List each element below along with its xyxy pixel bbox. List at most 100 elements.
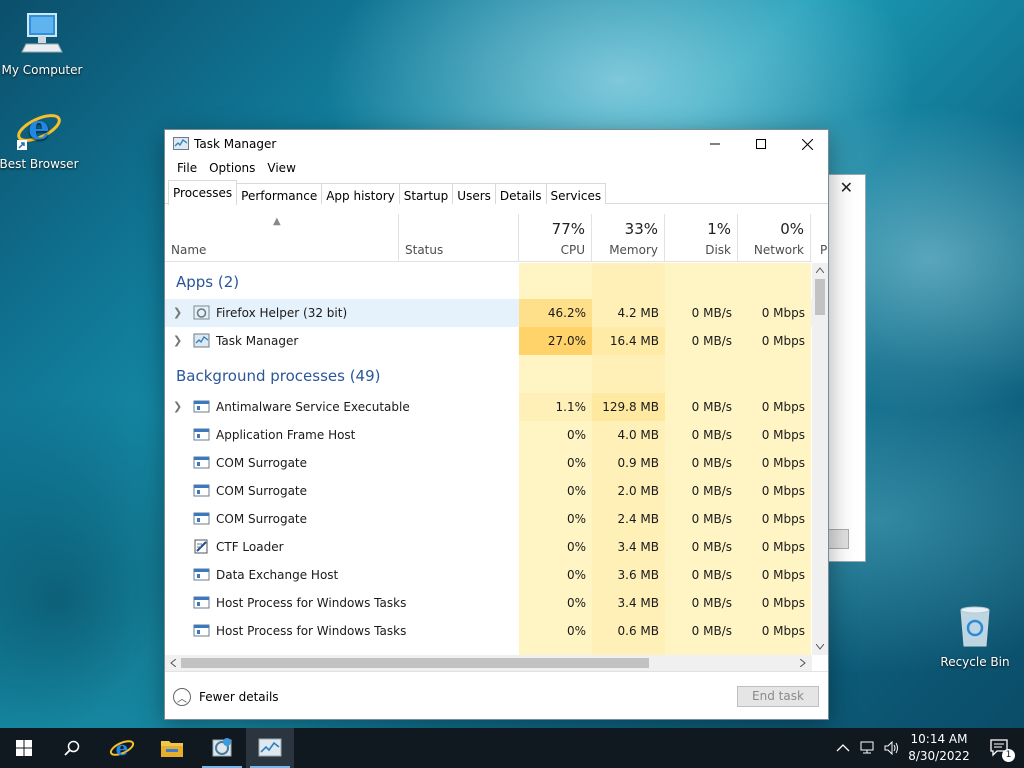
expand-chevron-icon[interactable]: ❯ — [173, 393, 182, 421]
menu-options[interactable]: Options — [203, 158, 261, 180]
table-row[interactable]: Host Process for Windows Tasks 0% 3.4 MB… — [165, 589, 812, 617]
cpu-cell: 46.2% — [519, 299, 592, 327]
column-header-network[interactable]: 0% Network — [738, 214, 811, 262]
service-window-icon — [193, 624, 210, 637]
group-header-apps: Apps (2) — [176, 273, 240, 291]
disk-cell: 0 MB/s — [691, 400, 732, 414]
start-button[interactable] — [0, 728, 48, 768]
desktop-icon-my-computer[interactable]: My Computer — [0, 10, 84, 77]
menu-file[interactable]: File — [171, 158, 203, 180]
table-row[interactable]: COM Surrogate 0% 2.0 MB 0 MB/s 0 Mbps — [165, 477, 812, 505]
fewer-details-button[interactable]: ︿ Fewer details — [173, 688, 279, 706]
expand-chevron-icon[interactable]: ❯ — [173, 299, 182, 327]
column-header-name[interactable]: ▲ Name — [165, 214, 399, 262]
window-footer: ︿ Fewer details End task — [165, 671, 828, 719]
cpu-cell: 1.1% — [519, 393, 592, 421]
network-cell: 0 Mbps — [738, 299, 811, 327]
chevron-up-icon: ︿ — [173, 688, 191, 706]
end-task-button[interactable]: End task — [737, 686, 819, 707]
table-row[interactable]: ❯ Firefox Helper (32 bit) 46.2% 4.2 MB 0… — [165, 299, 812, 327]
taskbar-file-explorer[interactable] — [148, 728, 196, 768]
column-header-power[interactable]: P — [811, 214, 827, 262]
tab-users[interactable]: Users — [452, 183, 496, 204]
notification-center-button[interactable]: 1 — [976, 728, 1024, 768]
column-header-memory[interactable]: 33% Memory — [592, 214, 665, 262]
vertical-scrollbar[interactable] — [812, 263, 828, 655]
horizontal-scrollbar[interactable] — [165, 655, 812, 671]
table-row[interactable]: Application Frame Host 0% 4.0 MB 0 MB/s … — [165, 421, 812, 449]
service-window-icon — [193, 456, 210, 469]
clock[interactable]: 10:14 AM 8/30/2022 — [898, 731, 980, 765]
expand-chevron-icon[interactable]: ❯ — [173, 327, 182, 355]
title-bar[interactable]: Task Manager — [165, 130, 828, 158]
table-row[interactable]: Data Exchange Host 0% 3.6 MB 0 MB/s 0 Mb… — [165, 561, 812, 589]
tab-processes[interactable]: Processes — [168, 180, 238, 205]
column-header-status[interactable]: Status — [399, 214, 519, 262]
network-cell: 0 Mbps — [761, 624, 805, 638]
fewer-details-label: Fewer details — [199, 690, 279, 704]
search-button[interactable] — [48, 728, 96, 768]
maximize-button[interactable] — [738, 130, 784, 158]
svg-text:e: e — [28, 108, 50, 148]
table-row[interactable]: Host Process for Windows Tasks 0% 0.6 MB… — [165, 617, 812, 645]
disk-cell: 0 MB/s — [691, 484, 732, 498]
table-row[interactable]: COM Surrogate 0% 2.4 MB 0 MB/s 0 Mbps — [165, 505, 812, 533]
table-row[interactable]: ❯ Antimalware Service Executable 1.1% 12… — [165, 393, 812, 421]
internet-explorer-icon: e — [109, 736, 135, 760]
scroll-left-icon[interactable] — [170, 659, 176, 667]
process-name: CTF Loader — [216, 540, 284, 554]
windows-logo-icon — [16, 740, 32, 756]
tab-details[interactable]: Details — [494, 183, 547, 204]
menu-bar: File Options View — [165, 158, 828, 180]
desktop-icon-label: Recycle Bin — [940, 655, 1010, 669]
desktop-icon-label: Best Browser — [0, 157, 79, 171]
cpu-total: 77% — [551, 220, 585, 238]
computer-icon — [21, 13, 63, 53]
tab-services[interactable]: Services — [545, 183, 607, 204]
memory-cell: 2.4 MB — [617, 512, 659, 526]
desktop-icon-recycle-bin[interactable]: Recycle Bin — [933, 602, 1017, 669]
scroll-right-icon[interactable] — [800, 659, 806, 667]
taskbar-browser[interactable]: e — [98, 728, 146, 768]
memory-cell: 3.4 MB — [617, 540, 659, 554]
chevron-up-icon[interactable] — [836, 743, 850, 753]
memory-cell: 3.6 MB — [617, 568, 659, 582]
memory-total: 33% — [624, 220, 658, 238]
desktop-icon-label: My Computer — [1, 63, 83, 77]
network-icon[interactable] — [860, 741, 876, 755]
scroll-up-icon[interactable] — [816, 267, 824, 273]
horizontal-scroll-thumb[interactable] — [181, 658, 649, 668]
minimize-button[interactable] — [692, 130, 738, 158]
scroll-down-icon[interactable] — [816, 644, 824, 650]
table-row[interactable]: CTF Loader 0% 3.4 MB 0 MB/s 0 Mbps — [165, 533, 812, 561]
firefox-helper-icon — [212, 738, 232, 757]
close-icon[interactable]: ✕ — [840, 178, 853, 197]
tab-performance[interactable]: Performance — [236, 183, 323, 204]
taskbar-task-manager[interactable] — [246, 728, 294, 768]
menu-view[interactable]: View — [261, 158, 301, 180]
memory-cell: 2.0 MB — [617, 484, 659, 498]
cpu-cell: 0% — [566, 568, 586, 582]
vertical-scroll-thumb[interactable] — [815, 279, 825, 315]
group-header-background: Background processes (49) — [176, 367, 381, 385]
search-icon — [64, 740, 80, 756]
network-cell: 0 Mbps — [761, 484, 805, 498]
service-window-icon — [193, 512, 210, 525]
task-manager-window: Task Manager File Options View Processes… — [164, 129, 829, 720]
taskbar-firefox-helper[interactable] — [198, 728, 246, 768]
process-name: Antimalware Service Executable — [216, 400, 410, 414]
service-window-icon — [193, 484, 210, 497]
column-header-cpu[interactable]: 77% CPU — [519, 214, 592, 262]
table-row[interactable]: ❯ Task Manager 27.0% 16.4 MB 0 MB/s 0 Mb… — [165, 327, 812, 355]
tab-app-history[interactable]: App history — [321, 183, 400, 204]
column-header-disk[interactable]: 1% Disk — [665, 214, 738, 262]
close-button[interactable] — [784, 130, 830, 158]
desktop-icon-best-browser[interactable]: e Best Browser — [0, 104, 81, 171]
service-window-icon — [193, 400, 210, 413]
cpu-cell: 0% — [566, 596, 586, 610]
disk-cell: 0 MB/s — [691, 428, 732, 442]
table-row[interactable]: COM Surrogate 0% 0.9 MB 0 MB/s 0 Mbps — [165, 449, 812, 477]
tab-startup[interactable]: Startup — [398, 183, 454, 204]
cpu-cell: 0% — [566, 484, 586, 498]
sort-ascending-icon: ▲ — [273, 216, 281, 227]
